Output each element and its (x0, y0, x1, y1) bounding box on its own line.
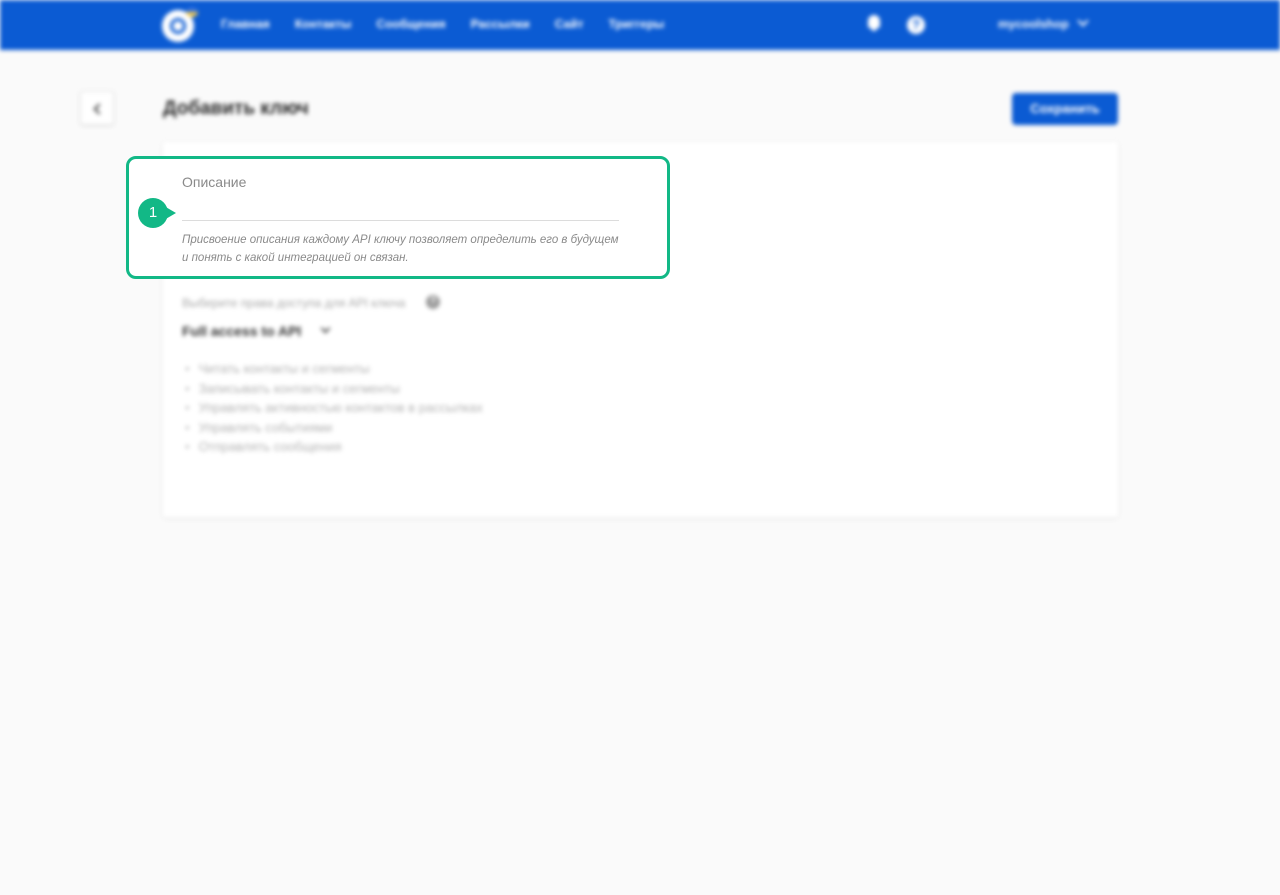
nav-item-contacts[interactable]: Контакты (295, 17, 352, 31)
nav-item-triggers[interactable]: Триггеры (608, 17, 664, 31)
page-title: Добавить ключ (163, 98, 309, 119)
list-item: Записывать контакты и сегменты (185, 379, 483, 399)
highlighted-description-field: Описание Присвоение описания каждому API… (126, 156, 670, 279)
list-item: Управлять событиями (185, 418, 483, 438)
nav-item-site[interactable]: Сайт (555, 17, 584, 31)
account-menu[interactable]: mycoolshop (998, 17, 1069, 31)
list-item: Отправлять сообщения (185, 437, 483, 457)
help-icon[interactable]: ? (907, 16, 925, 34)
list-item: Читать контакты и сегменты (185, 359, 483, 379)
save-button[interactable]: Сохранить (1012, 93, 1118, 125)
permissions-list: Читать контакты и сегменты Записывать ко… (185, 359, 483, 457)
back-button[interactable] (80, 91, 114, 125)
description-label: Описание (182, 174, 247, 190)
description-hint: Присвоение описания каждому API ключу по… (182, 234, 619, 264)
nav-item-home[interactable]: Главная (221, 17, 270, 31)
chevron-down-icon[interactable] (321, 325, 331, 335)
step-marker: 1 (138, 198, 178, 228)
nav-item-campaigns[interactable]: Рассылки (471, 17, 530, 31)
permissions-label: Выберите права доступа для API ключа (182, 296, 406, 310)
top-navigation-bar: Главная Контакты Сообщения Рассылки Сайт… (0, 0, 1280, 50)
nav-item-messages[interactable]: Сообщения (376, 17, 445, 31)
logo-icon[interactable] (162, 7, 198, 42)
description-input[interactable] (182, 199, 619, 221)
flag-icon (186, 7, 198, 17)
list-item: Управлять активностью контактов в рассыл… (185, 398, 483, 418)
help-icon[interactable]: ? (426, 295, 440, 309)
bell-icon[interactable] (866, 15, 882, 33)
app-background: Главная Контакты Сообщения Рассылки Сайт… (0, 0, 1280, 895)
main-nav: Главная Контакты Сообщения Рассылки Сайт… (221, 17, 689, 31)
access-level-select[interactable]: Full access to API (182, 323, 301, 339)
chevron-down-icon[interactable] (1078, 17, 1088, 27)
step-number: 1 (138, 198, 168, 228)
